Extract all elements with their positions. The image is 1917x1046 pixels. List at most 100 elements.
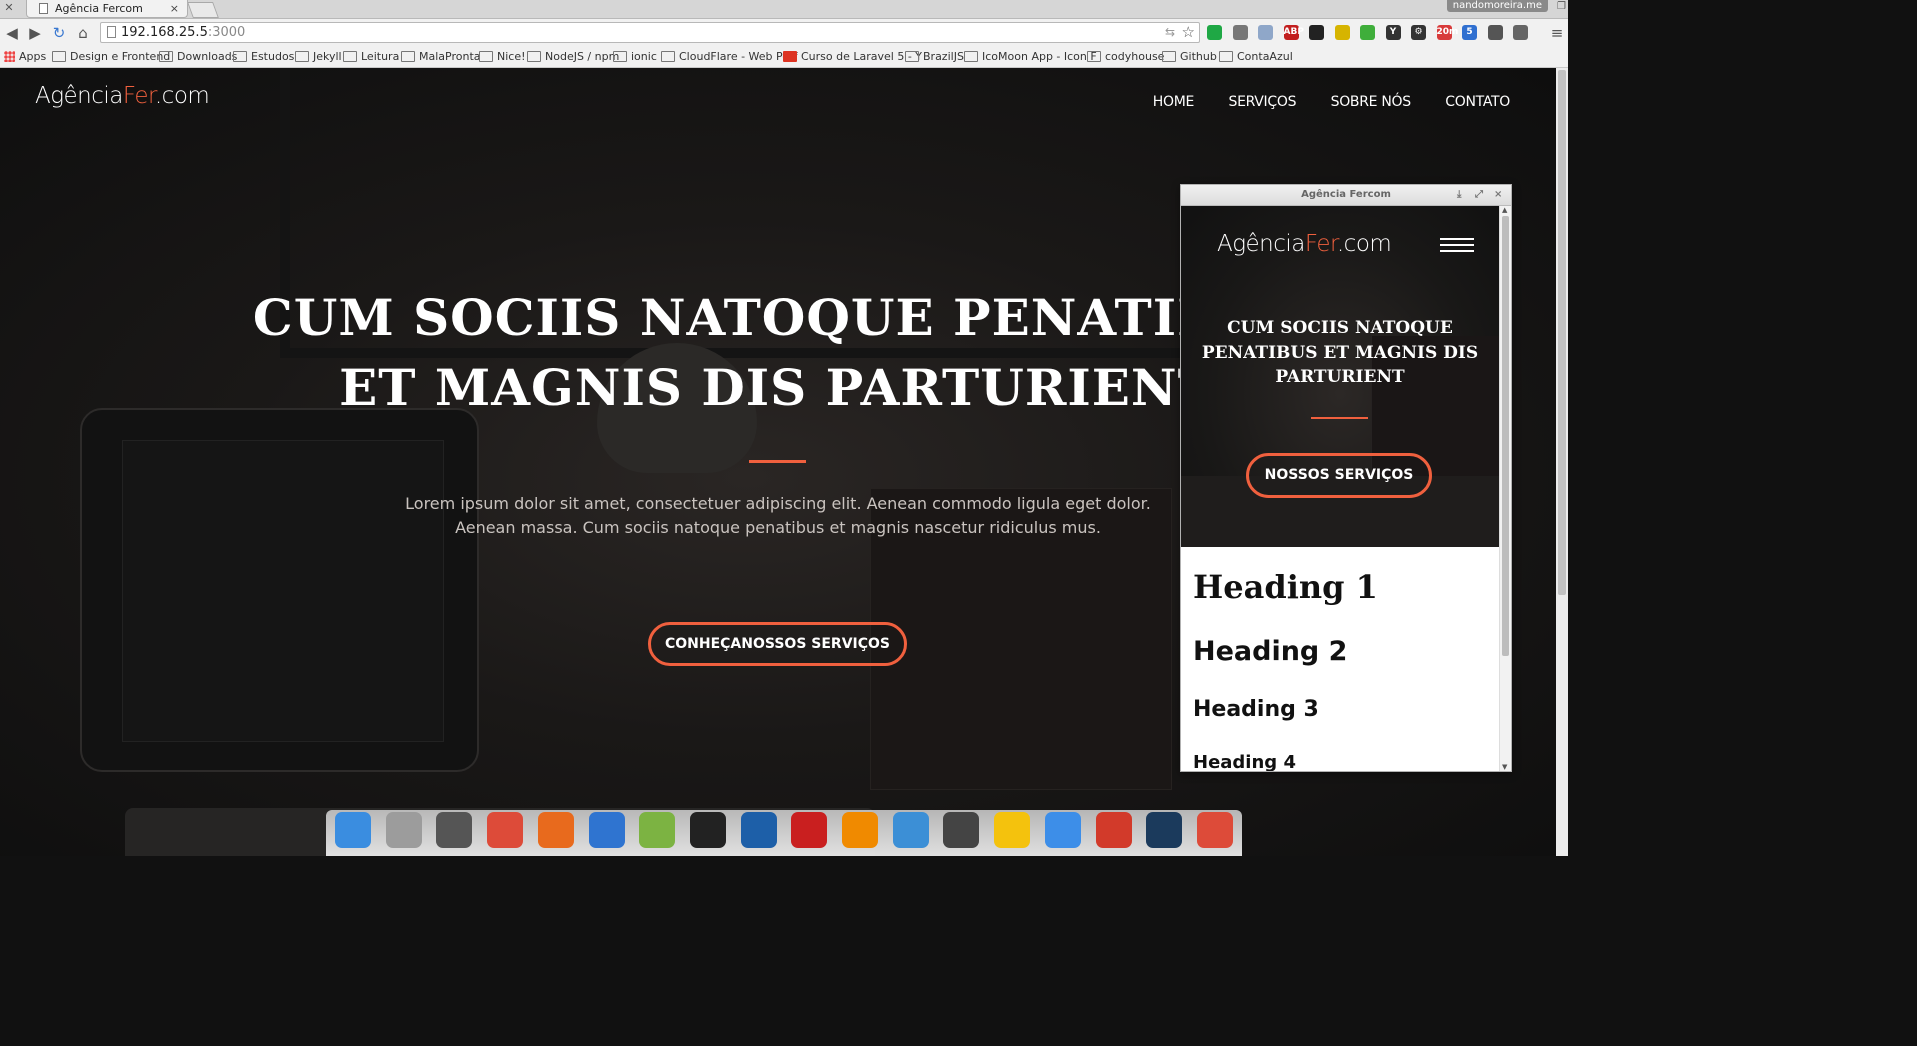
home-icon[interactable]: ⌂ [74, 24, 92, 42]
nav-contato[interactable]: CONTATO [1445, 94, 1510, 110]
window-restore-icon[interactable]: ❐ [1557, 1, 1566, 12]
extension-green-icon[interactable] [1207, 25, 1222, 40]
extension-pin-icon[interactable] [1360, 25, 1375, 40]
extension-timer-icon[interactable]: 20m [1436, 25, 1458, 40]
window-close-icon[interactable]: ✕ [2, 1, 16, 15]
menu-icon[interactable]: ≡ [1548, 24, 1566, 42]
profile-badge[interactable]: nandomoreira.me [1446, 0, 1548, 12]
bookmarks-bar: Apps Design e Frontend Downloads Estudos Jek… [0, 47, 1568, 68]
files-icon[interactable] [385, 812, 422, 848]
expand-icon[interactable]: ⤢ [1475, 185, 1483, 205]
extension-camera-icon[interactable] [1258, 25, 1273, 40]
bookmark-item[interactable]: codyhouse [1087, 47, 1164, 67]
page-scrollbar[interactable] [1556, 68, 1568, 856]
preview-scrollbar[interactable]: ▲ ▼ [1499, 206, 1511, 771]
icomoon-icon [964, 50, 978, 62]
sync-icon[interactable]: ⇆ [1165, 23, 1175, 42]
bookmark-item[interactable]: Github [1162, 47, 1217, 67]
bookmark-item[interactable]: ionic [613, 47, 657, 67]
extension-gear-icon[interactable]: ⚙ [1411, 25, 1426, 40]
new-tab-button[interactable] [187, 2, 219, 18]
preview-titlebar[interactable]: Agência Fercom ⤓ ⤢ × [1181, 185, 1511, 206]
site-logo[interactable]: AgênciaFer.com [35, 83, 210, 109]
hamburger-menu-icon[interactable] [1440, 238, 1474, 253]
reload-icon[interactable]: ↻ [50, 24, 68, 42]
virtualbox-icon[interactable] [740, 812, 777, 848]
bookmark-label: codyhouse [1105, 50, 1165, 63]
bookmark-star-icon[interactable]: ☆ [1182, 23, 1195, 42]
tab-agencia-fercom[interactable]: Agência Fercom × [26, 0, 188, 18]
bookmark-item[interactable]: Nice! [479, 47, 526, 67]
bookmark-item[interactable]: Apps [4, 47, 46, 67]
dropbox-icon[interactable] [1044, 812, 1081, 848]
nav-home[interactable]: HOME [1153, 94, 1195, 110]
filezilla-icon[interactable] [791, 812, 828, 848]
tab-strip: ✕ Agência Fercom × nandomoreira.me ❐ [0, 0, 1568, 19]
bookmark-item[interactable]: Estudos [233, 47, 294, 67]
bookmark-label: ionic [631, 50, 657, 63]
workspaces-icon[interactable] [335, 812, 371, 848]
scroll-up-icon[interactable]: ▲ [1502, 206, 1507, 214]
bookmark-item[interactable]: Curso de Laravel 5 - Y [783, 47, 922, 67]
extension-phone-icon[interactable] [1487, 25, 1503, 40]
bookmark-item[interactable]: Downloads [159, 47, 237, 67]
bookmark-item[interactable]: MalaPronta [401, 47, 481, 67]
popcorn-icon[interactable] [1095, 812, 1132, 848]
terminal-icon[interactable] [689, 812, 726, 848]
lightbulb-icon[interactable] [994, 812, 1031, 848]
android-studio-icon[interactable] [639, 812, 676, 848]
folder-icon [401, 50, 415, 62]
bookmark-item[interactable]: IcoMoon App - Icon F [964, 47, 1097, 67]
browser-window: ✕ Agência Fercom × nandomoreira.me ❐ ◀ ▶… [0, 0, 1568, 856]
firefox-icon[interactable] [537, 812, 574, 848]
preview-logo[interactable]: AgênciaFer.com [1217, 231, 1392, 257]
toggle-icon[interactable] [892, 812, 929, 848]
browser-toolbar: ◀ ▶ ↻ ⌂ 192.168.25.5:3000 ⇆ ☆ ABP Y ⚙ 20m 5 … [0, 19, 1568, 47]
extension-abp-icon[interactable]: ABP [1283, 25, 1304, 40]
hero-text: Lorem ipsum dolor sit amet, consectetuer… [380, 492, 1176, 540]
close-icon[interactable]: × [1494, 185, 1502, 205]
sublime-text-icon[interactable] [436, 812, 473, 848]
extension-y-icon[interactable]: Y [1385, 25, 1401, 40]
bookmark-label: Design e Frontend [70, 50, 171, 63]
extension-hand-icon[interactable] [1513, 25, 1528, 40]
bookmark-item[interactable]: ContaAzul [1219, 47, 1293, 67]
scroll-down-icon[interactable]: ▼ [1502, 763, 1507, 771]
preview-viewport: AgênciaFer.com CUM SOCIIS NATOQUE PENATI… [1181, 206, 1499, 771]
extension-window-icon[interactable] [1309, 25, 1324, 40]
download-icon[interactable]: ⤓ [1457, 185, 1461, 205]
extension-mail-icon[interactable]: 5 [1462, 25, 1477, 40]
chrome-icon[interactable] [487, 812, 524, 848]
bookmark-item[interactable]: Jekyll [295, 47, 342, 67]
chrome-2-icon[interactable] [1196, 812, 1233, 848]
apps-icon [4, 50, 15, 62]
bookmark-item[interactable]: Leitura [343, 47, 399, 67]
nav-sobre-nos[interactable]: SOBRE NÓS [1331, 94, 1412, 110]
page-scrollbar-thumb[interactable] [1558, 70, 1566, 595]
forward-icon[interactable]: ▶ [26, 24, 44, 42]
bookmark-item[interactable]: NodeJS / npm [527, 47, 619, 67]
bookmark-item[interactable]: CloudFlare - Web Perf [661, 47, 797, 67]
nav-servicos[interactable]: SERVIÇOS [1228, 94, 1296, 110]
preview-scrollbar-thumb[interactable] [1502, 216, 1509, 656]
bookmark-label: IcoMoon App - Icon F [982, 50, 1097, 63]
extension-plug-icon[interactable] [1334, 25, 1350, 40]
bookmark-item[interactable]: Design e Frontend [52, 47, 170, 67]
steam-icon[interactable] [1146, 812, 1183, 848]
bookmark-label: NodeJS / npm [545, 50, 620, 63]
page-info-icon[interactable] [107, 26, 116, 38]
extension-tools-icon[interactable] [1232, 25, 1248, 40]
bookmark-item[interactable]: BrazilJS [905, 47, 964, 67]
mail-icon[interactable] [588, 812, 625, 848]
vlc-icon[interactable] [842, 812, 878, 848]
back-icon[interactable]: ◀ [3, 24, 21, 42]
hero-title-line-2: ET MAGNIS DIS PARTURIENT [339, 358, 1216, 417]
responsive-preview-window: Agência Fercom ⤓ ⤢ × AgênciaFer.com CUM … [1180, 184, 1512, 772]
address-bar[interactable]: 192.168.25.5:3000 ⇆ ☆ [100, 22, 1200, 43]
preview-services-button[interactable]: NOSSOS SERVIÇOS [1246, 453, 1432, 498]
tab-close-icon[interactable]: × [170, 0, 179, 17]
screenshot-icon[interactable] [943, 812, 980, 848]
preview-title: Agência Fercom [1301, 189, 1391, 200]
background-tablet [80, 408, 479, 772]
services-button[interactable]: CONHEÇANOSSOS SERVIÇOS [648, 622, 907, 666]
